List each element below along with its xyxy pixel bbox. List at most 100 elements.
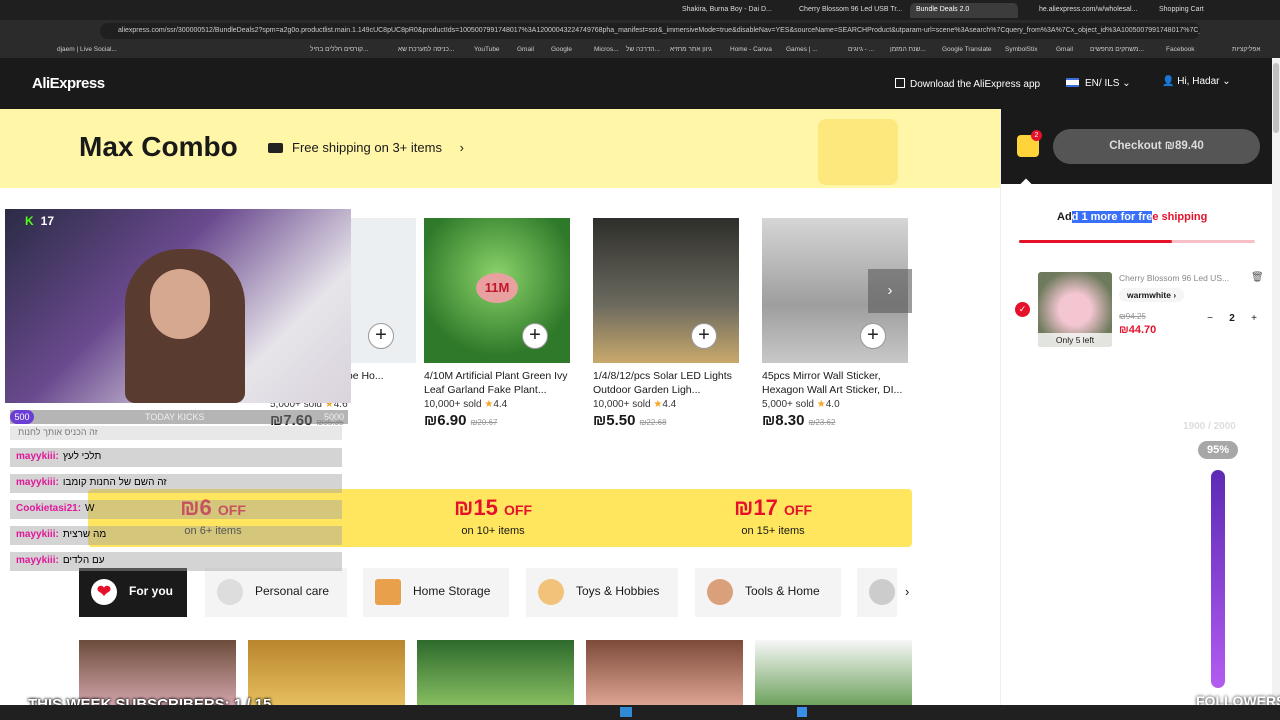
tab-home-storage[interactable]: Home Storage (363, 568, 509, 617)
language-selector[interactable]: EN/ ILS ⌄ (1066, 78, 1131, 89)
product-title[interactable]: 1/4/8/12/pcs Solar LED Lights Outdoor Ga… (593, 369, 739, 397)
bookmark[interactable]: SymbolStix (1005, 46, 1038, 53)
checkout-button[interactable]: Checkout ₪89.40 (1053, 129, 1260, 164)
browser-tab[interactable]: Shopping Cart (1153, 3, 1243, 18)
product-old-price: ₪20.67 (470, 418, 498, 427)
download-app-link[interactable]: Download the AliExpress app (895, 78, 1040, 90)
bookmark[interactable]: קורסים חללים בחיל... (310, 46, 368, 53)
bookmark[interactable]: Facebook (1166, 46, 1195, 53)
windows-start-icon[interactable] (797, 707, 807, 717)
kick-counter: K 17 (25, 214, 54, 228)
tab-personal-care[interactable]: Personal care (205, 568, 347, 617)
increase-button[interactable]: + (1243, 313, 1265, 324)
bookmark[interactable]: Games | ... (786, 46, 818, 53)
page-scrollbar[interactable] (1272, 58, 1280, 705)
variant-selector[interactable]: warmwhite › (1119, 288, 1185, 302)
product-title[interactable]: 4/10M Artificial Plant Green Ivy Leaf Ga… (424, 369, 570, 397)
bookmark[interactable]: Gmail (1056, 46, 1073, 53)
bookmark[interactable]: Gmail (517, 46, 534, 53)
browser-tab[interactable]: Shakira, Burna Boy - Dai D... (676, 3, 786, 18)
length-tag: 11M (476, 273, 518, 303)
site-header: AliExpress Download the AliExpress app E… (0, 58, 1280, 109)
decrease-button[interactable]: − (1199, 313, 1221, 324)
free-shipping-label: Free shipping on 3+ items (292, 140, 442, 155)
cart-count-badge: 2 (1031, 130, 1042, 141)
bookmark[interactable]: הדרכה של... (626, 46, 660, 53)
cart-item: ✓ Only 5 left Cherry Blossom 96 Led US..… (1015, 272, 1265, 350)
product-image[interactable]: + (593, 218, 739, 363)
product-price: ₪6.90 (424, 412, 467, 429)
browser-tab[interactable]: Cherry Blossom 96 Led USB Tr... (793, 3, 903, 18)
add-to-bundle-button[interactable]: + (860, 323, 886, 349)
product-card[interactable]: + 45pcs Mirror Wall Sticker, Hexagon Wal… (762, 218, 908, 429)
product-image[interactable]: 11M + (424, 218, 570, 363)
chevron-down-icon: ⌄ (1219, 76, 1231, 87)
product-card[interactable]: 11M + 4/10M Artificial Plant Green Ivy L… (424, 218, 570, 429)
bookmark[interactable]: Home - Canva (730, 46, 772, 53)
search-icon[interactable] (620, 707, 632, 717)
bookmark[interactable]: משחקים מחפשים... (1090, 46, 1144, 53)
browser-tab-active[interactable]: Bundle Deals 2.0 (910, 3, 1018, 18)
flag-icon (1066, 78, 1079, 87)
add-to-bundle-button[interactable]: + (691, 323, 717, 349)
bookmark[interactable]: אפליקציות (1232, 46, 1260, 53)
checkmark-icon[interactable]: ✓ (1015, 302, 1030, 317)
trash-icon[interactable]: 🗑 (1251, 272, 1264, 283)
user-icon: 👤 (1162, 76, 1175, 87)
bookmark[interactable]: כניסה למערכת שא... (398, 46, 454, 53)
shaver-icon (217, 579, 243, 605)
product-card[interactable]: + 1/4/8/12/pcs Solar LED Lights Outdoor … (593, 218, 739, 429)
aliexpress-logo[interactable]: AliExpress (32, 75, 105, 92)
coupon-tier[interactable]: ₪17 OFF on 15+ items (648, 495, 898, 537)
tab-tools-home[interactable]: Tools & Home (695, 568, 841, 617)
qr-icon (895, 78, 905, 88)
free-shipping-progress-label: Add 1 more for free shipping (1057, 211, 1207, 223)
bookmark[interactable]: Micros... (594, 46, 619, 53)
bookmark[interactable]: גיוון אתר מחזיא (670, 46, 712, 53)
coupon-tier[interactable]: ₪15 OFF on 10+ items (368, 495, 618, 537)
scrollbar-thumb[interactable] (1273, 63, 1279, 133)
product-title[interactable]: 45pcs Mirror Wall Sticker, Hexagon Wall … (762, 369, 908, 397)
carousel-next-button[interactable]: › (868, 269, 912, 313)
add-to-bundle-button[interactable]: + (368, 323, 394, 349)
tab-for-you[interactable]: ❤ For you (79, 568, 187, 617)
cart-item-image[interactable]: Only 5 left (1038, 272, 1112, 347)
free-ship-selected-text: d 1 more for fre (1071, 211, 1153, 223)
drill-icon (869, 579, 895, 605)
account-menu[interactable]: 👤 Hi, Hadar ⌄ (1162, 76, 1231, 87)
browser-tab[interactable]: he.aliexpress.com/w/wholesal... (1033, 3, 1141, 18)
url-field[interactable]: aliexpress.com/ssr/300000512/BundleDeals… (100, 23, 1200, 39)
add-to-bundle-button[interactable]: + (522, 323, 548, 349)
bookmark[interactable]: שנת המזמן... (890, 46, 926, 53)
tab-more[interactable] (857, 568, 897, 617)
free-shipping-info[interactable]: Free shipping on 3+ items › (268, 140, 464, 155)
product-price: ₪5.50 (593, 412, 636, 429)
cart-item-title[interactable]: Cherry Blossom 96 Led US... (1119, 273, 1229, 283)
category-next-icon[interactable]: › (905, 584, 909, 599)
category-label: For you (129, 584, 173, 598)
bookmark[interactable]: YouTube (474, 46, 500, 53)
bookmark[interactable]: Google (551, 46, 572, 53)
chevron-down-icon: ⌄ (1119, 78, 1131, 89)
progress-fill (1019, 240, 1173, 243)
bookmark[interactable]: Google Translate (942, 46, 992, 53)
cart-item-old-price: ₪94.25 (1119, 312, 1146, 321)
product-sold: 10,000+ sold (593, 399, 651, 410)
bookmark[interactable]: גיוגים - ... (848, 46, 874, 53)
star-icon: ★ (484, 399, 494, 410)
chat-user: Cookietasi21: (16, 503, 82, 514)
chat-message: mayykiii: עם הלדים (10, 552, 342, 571)
product-sold: 10,000+ sold (424, 399, 482, 410)
kick-goal-end: 5000 (323, 412, 344, 422)
tab-toys-hobbies[interactable]: Toys & Hobbies (526, 568, 678, 617)
address-bar: aliexpress.com/ssr/300000512/BundleDeals… (0, 20, 1280, 42)
bookmark[interactable]: djaem | Live Social... (57, 46, 117, 53)
account-label: Hi, Hadar (1177, 76, 1220, 87)
chat-user: mayykiii: (16, 451, 59, 462)
kick-count: 17 (40, 214, 55, 228)
kick-goal-label: TODAY KICKS (145, 412, 205, 422)
quantity-value[interactable]: 2 (1221, 313, 1243, 324)
cart-item-price: ₪44.70 (1119, 324, 1157, 336)
variant-label: warmwhite (1127, 290, 1171, 300)
free-ship-text-end: e shipping (1152, 211, 1208, 223)
